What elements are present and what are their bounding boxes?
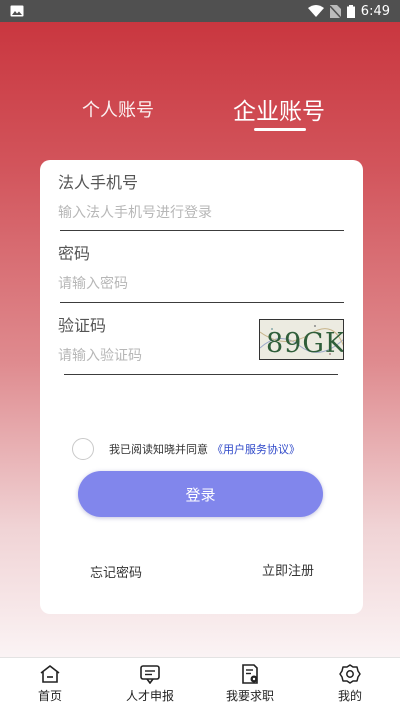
phone-label: 法人手机号: [58, 173, 139, 192]
status-bar: 6:49: [0, 0, 400, 22]
user-service-agreement-link[interactable]: 《用户服务协议》: [212, 441, 300, 457]
agreement-row: 我已阅读知晓并同意 《用户服务协议》: [72, 438, 300, 460]
password-input[interactable]: 请输入密码: [58, 273, 128, 293]
tab-enterprise-account[interactable]: 企业账号: [233, 92, 325, 126]
image-icon: [10, 5, 24, 17]
bottom-nav: 首页 人才申报 我要求职 我的: [0, 657, 400, 711]
password-field[interactable]: 密码 请输入密码: [58, 240, 128, 293]
no-sim-icon: [329, 4, 341, 18]
captcha-image[interactable]: 89GK: [259, 319, 344, 360]
forgot-password-link[interactable]: 忘记密码: [90, 562, 142, 581]
nav-job-label: 我要求职: [225, 689, 274, 703]
captcha-label: 验证码: [58, 316, 107, 335]
register-link[interactable]: 立即注册: [262, 560, 314, 579]
nav-home[interactable]: 首页: [5, 664, 95, 704]
tab-personal-account[interactable]: 个人账号: [82, 96, 154, 122]
nav-mine-label: 我的: [337, 689, 362, 703]
divider: [64, 374, 338, 375]
phone-input[interactable]: 输入法人手机号进行登录: [58, 202, 212, 222]
gear-icon: [339, 664, 361, 684]
account-tabs: 个人账号 企业账号: [0, 88, 400, 132]
home-icon: [39, 664, 61, 684]
agreement-radio[interactable]: [72, 438, 94, 460]
nav-talent-label: 人才申报: [125, 689, 174, 703]
agreement-text: 我已阅读知晓并同意: [109, 443, 208, 456]
wifi-icon: [307, 5, 324, 17]
nav-home-label: 首页: [37, 689, 62, 703]
divider: [60, 230, 344, 231]
nav-talent-apply[interactable]: 人才申报: [105, 664, 195, 704]
divider: [60, 302, 344, 303]
resume-icon: [239, 664, 261, 684]
nav-mine[interactable]: 我的: [305, 664, 395, 704]
nav-job-seek[interactable]: 我要求职: [205, 664, 295, 704]
login-button[interactable]: 登录: [78, 471, 323, 517]
login-card: 法人手机号 输入法人手机号进行登录 密码 请输入密码 验证码 请输入验证码 89…: [40, 160, 363, 614]
battery-icon: [346, 4, 355, 18]
captcha-text: 89GK: [266, 328, 344, 359]
captcha-field[interactable]: 验证码 请输入验证码: [58, 312, 142, 365]
phone-field[interactable]: 法人手机号 输入法人手机号进行登录: [58, 169, 212, 222]
message-icon: [139, 664, 161, 684]
status-time: 6:49: [360, 3, 390, 19]
captcha-input[interactable]: 请输入验证码: [58, 345, 142, 365]
password-label: 密码: [58, 244, 91, 263]
active-tab-indicator: [254, 128, 306, 131]
